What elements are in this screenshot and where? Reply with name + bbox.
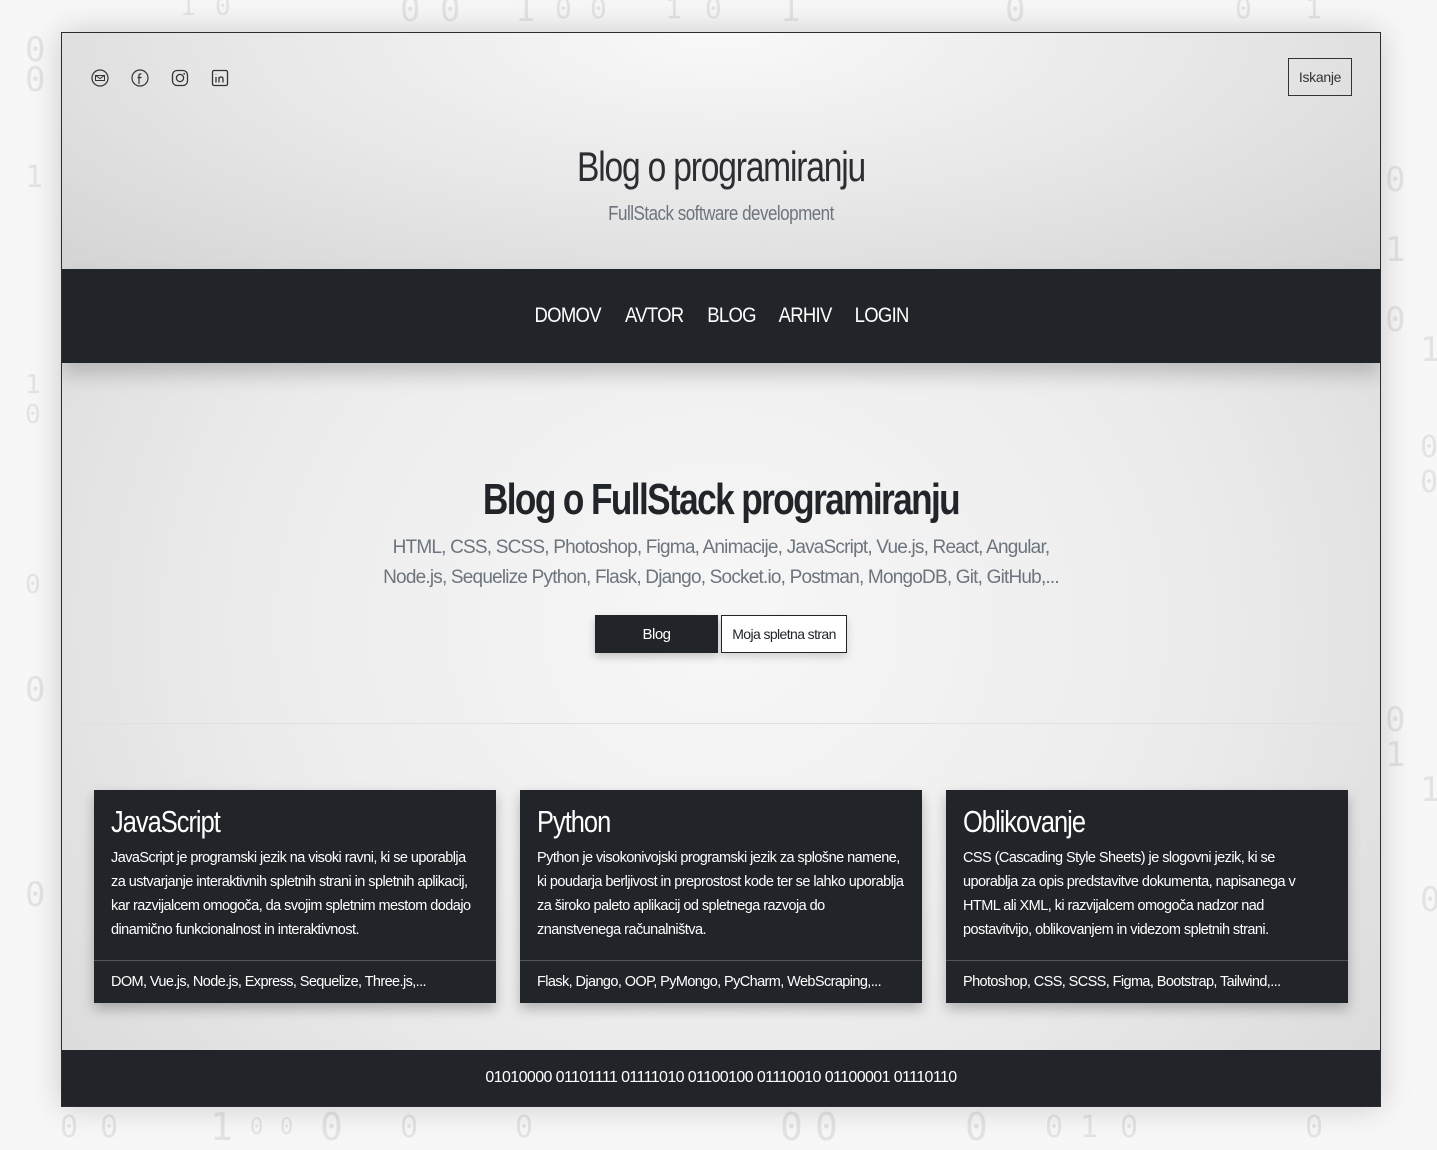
email-icon[interactable] xyxy=(90,68,110,88)
site-header: Iskanje Blog o programiranju FullStack s… xyxy=(62,33,1380,269)
site-footer: 01010000 01101111 01111010 01100100 0111… xyxy=(62,1050,1380,1106)
hero-section: Blog o FullStack programiranju HTML, CSS… xyxy=(62,363,1380,725)
linkedin-icon[interactable] xyxy=(210,68,230,88)
card-oblikovanje[interactable]: Oblikovanje CSS (Cascading Style Sheets)… xyxy=(946,790,1348,1003)
card-text: Python je visokonivojski programski jezi… xyxy=(537,850,904,938)
card-body: Oblikovanje CSS (Cascading Style Sheets)… xyxy=(946,790,1348,961)
card-body: Python Python je visokonivojski programs… xyxy=(520,790,922,961)
card-javascript[interactable]: JavaScript JavaScript je programski jezi… xyxy=(94,790,496,1003)
site-title[interactable]: Blog o programiranju xyxy=(194,143,1248,191)
section-divider xyxy=(80,723,1362,724)
website-button[interactable]: Moja spletna stran xyxy=(721,615,847,653)
search-button[interactable]: Iskanje xyxy=(1288,58,1352,96)
topic-cards: JavaScript JavaScript je programski jezi… xyxy=(94,790,1348,1003)
card-python[interactable]: Python Python je visokonivojski programs… xyxy=(520,790,922,1003)
card-body: JavaScript JavaScript je programski jezi… xyxy=(94,790,496,961)
card-title: Python xyxy=(537,804,611,839)
page-container: Iskanje Blog o programiranju FullStack s… xyxy=(61,32,1381,1107)
nav-item-domov[interactable]: DOMOV xyxy=(534,304,601,328)
blog-button[interactable]: Blog xyxy=(595,615,718,653)
card-title: JavaScript xyxy=(111,804,221,839)
card-tags: Flask, Django, OOP, PyMongo, PyCharm, We… xyxy=(537,974,882,990)
footer-binary-text: 01010000 01101111 01111010 01100100 0111… xyxy=(485,1069,957,1086)
card-tags: DOM, Vue.js, Node.js, Express, Sequelize… xyxy=(111,974,427,990)
site-subtitle: FullStack software development xyxy=(608,203,834,225)
nav-item-blog[interactable]: BLOG xyxy=(707,304,756,328)
hero-title: Blog o FullStack programiranju xyxy=(482,475,961,524)
main-navigation: DOMOV AVTOR BLOG ARHIV LOGIN xyxy=(62,269,1380,363)
card-title: Oblikovanje xyxy=(963,804,1086,839)
card-tags: Photoshop, CSS, SCSS, Figma, Bootstrap, … xyxy=(963,974,1281,990)
hero-buttons: Blog Moja spletna stran xyxy=(62,615,1380,653)
facebook-icon[interactable] xyxy=(130,68,150,88)
nav-item-arhiv[interactable]: ARHIV xyxy=(778,304,832,328)
card-text: JavaScript je programski jezik na visoki… xyxy=(111,850,471,938)
instagram-icon[interactable] xyxy=(170,68,190,88)
nav-item-login[interactable]: LOGIN xyxy=(855,304,910,328)
hero-description: HTML, CSS, SCSS, Photoshop, Figma, Anima… xyxy=(383,537,1060,588)
card-text: CSS (Cascading Style Sheets) je slogovni… xyxy=(963,850,1296,938)
social-links xyxy=(90,68,230,88)
nav-item-avtor[interactable]: AVTOR xyxy=(625,304,684,328)
